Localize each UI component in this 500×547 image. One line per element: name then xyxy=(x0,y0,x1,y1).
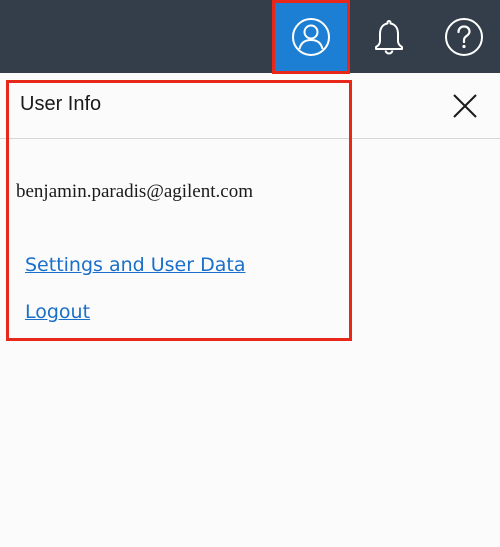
user-menu-button[interactable] xyxy=(274,0,348,73)
panel-title: User Info xyxy=(20,93,102,115)
user-circle-icon xyxy=(292,17,330,56)
close-button[interactable] xyxy=(452,93,478,119)
user-info-panel: User Info benjamin.paradis@agilent.com S… xyxy=(0,73,500,547)
user-email: benjamin.paradis@agilent.com xyxy=(16,181,253,202)
panel-header: User Info xyxy=(0,73,500,139)
logout-link[interactable]: Logout xyxy=(25,301,90,323)
help-circle-icon xyxy=(445,17,483,56)
settings-link[interactable]: Settings and User Data xyxy=(25,254,245,276)
close-icon xyxy=(453,94,477,118)
bell-icon xyxy=(375,19,403,55)
help-button[interactable] xyxy=(427,0,500,73)
top-bar xyxy=(0,0,500,73)
notifications-button[interactable] xyxy=(352,0,426,73)
